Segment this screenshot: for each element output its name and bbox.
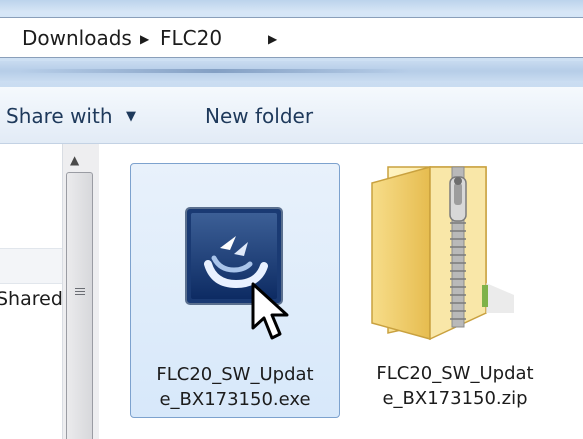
address-bar-divider xyxy=(0,61,583,81)
share-with-button[interactable]: Share with xyxy=(6,103,113,129)
scrollbar-grip-icon xyxy=(75,288,85,297)
breadcrumb-downloads[interactable]: Downloads xyxy=(22,26,132,50)
file-name-exe-line1: FLC20_SW_Updat xyxy=(156,364,314,385)
file-item-exe[interactable]: FLC20_SW_Updat e_BX173150.exe xyxy=(130,163,340,418)
zip-folder-icon xyxy=(368,163,518,343)
scrollbar-thumb[interactable] xyxy=(66,172,93,439)
nav-item-shared[interactable]: Shared xyxy=(0,287,62,311)
new-folder-button[interactable]: New folder xyxy=(205,103,313,129)
breadcrumb-separator-icon[interactable]: ▶ xyxy=(140,27,149,51)
breadcrumb-separator-icon[interactable]: ▶ xyxy=(268,27,277,51)
window-title-strip xyxy=(0,0,583,12)
nav-pane-item-highlight[interactable] xyxy=(0,248,62,284)
file-item-zip[interactable]: FLC20_SW_Updat e_BX173150.zip xyxy=(352,163,558,418)
mouse-cursor-icon xyxy=(249,282,295,344)
scroll-up-arrow-icon[interactable]: ▲ xyxy=(70,152,79,168)
breadcrumb-flc20[interactable]: FLC20 xyxy=(160,26,222,50)
file-name-zip-line1: FLC20_SW_Updat xyxy=(376,363,534,384)
file-name-zip-line2: e_BX173150.zip xyxy=(382,388,528,409)
chevron-down-icon[interactable]: ▼ xyxy=(126,107,136,127)
file-name-exe-line2: e_BX173150.exe xyxy=(159,389,311,410)
